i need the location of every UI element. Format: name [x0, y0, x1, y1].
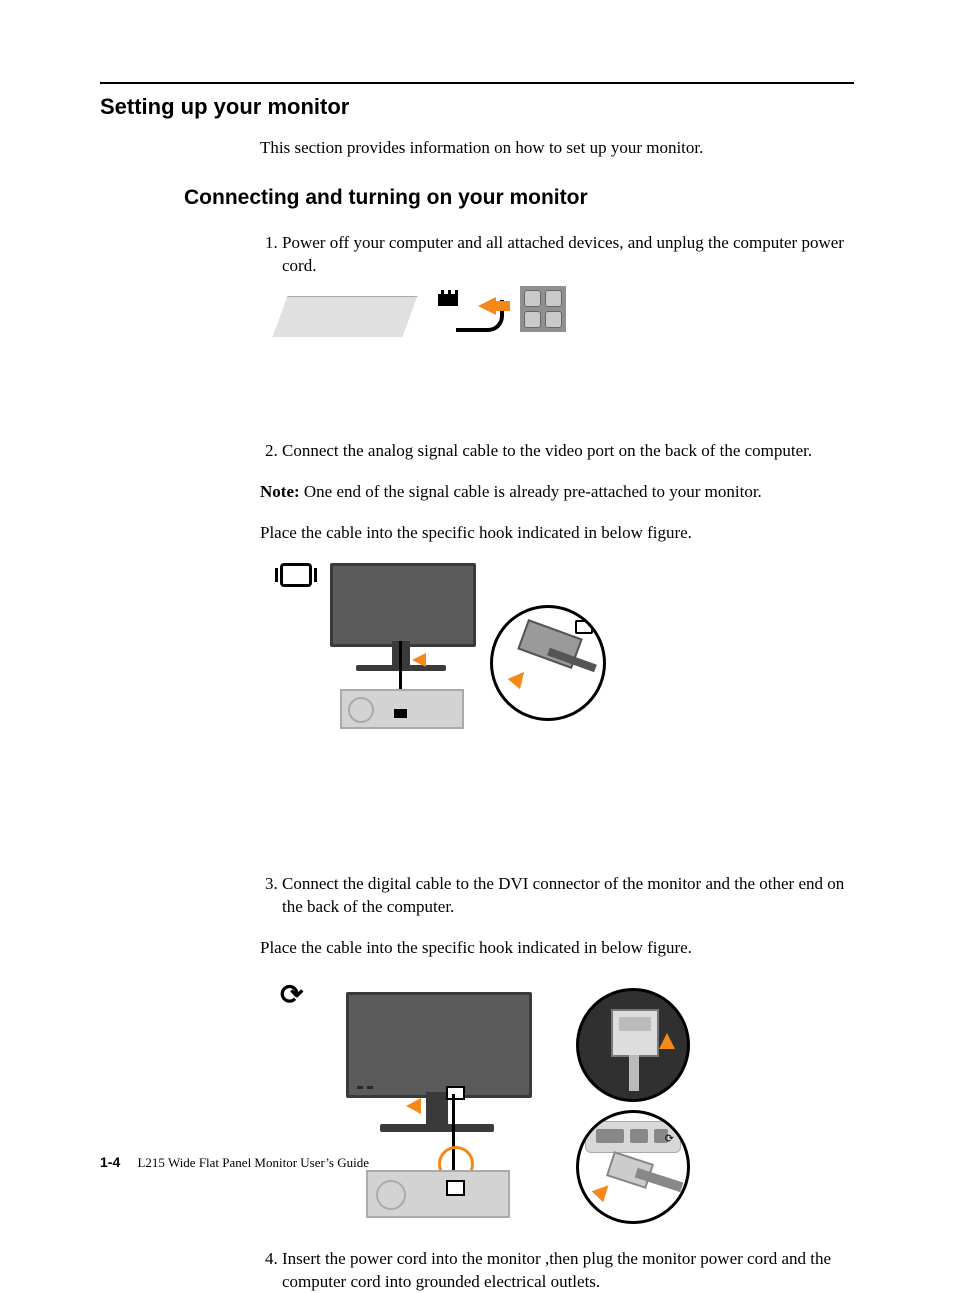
- plug-end-icon: [394, 709, 407, 718]
- connector-icon: [606, 1151, 654, 1189]
- cable-icon: [635, 1167, 684, 1191]
- arrow-left-icon: [406, 1098, 421, 1114]
- zoom-circle-icon: [490, 605, 606, 721]
- hook-instruction: Place the cable into the specific hook i…: [260, 936, 854, 961]
- zoom-circle-icon: ⟳: [576, 1110, 690, 1224]
- hook-instruction: Place the cable into the specific hook i…: [260, 521, 854, 546]
- plug-bottom-icon: [446, 1180, 465, 1196]
- intro-text: This section provides information on how…: [260, 138, 854, 158]
- note-line: Note: One end of the signal cable is alr…: [260, 480, 854, 505]
- port-icon: [596, 1129, 624, 1143]
- step-3: Connect the digital cable to the DVI con…: [282, 873, 848, 919]
- arrow-left-icon: [478, 297, 496, 315]
- step-list: Connect the digital cable to the DVI con…: [260, 873, 854, 919]
- rule: [100, 82, 854, 84]
- page: Setting up your monitor This section pro…: [0, 0, 954, 1235]
- heading-setting-up: Setting up your monitor: [100, 94, 854, 120]
- socket-icon: [524, 290, 541, 307]
- monitor-back-icon: [346, 992, 532, 1098]
- computer-tower-icon: [366, 1170, 510, 1218]
- socket-icon: [545, 290, 562, 307]
- figure-unplug: [280, 286, 580, 346]
- monitor-back-icon: [330, 563, 476, 647]
- computer-base-icon: [273, 296, 418, 337]
- page-number: 1-4: [100, 1154, 120, 1170]
- step-list: Connect the analog signal cable to the v…: [260, 440, 854, 463]
- socket-icon: [524, 311, 541, 328]
- cable-icon: [629, 1055, 639, 1091]
- note-text: One end of the signal cable is already p…: [304, 482, 762, 501]
- step-2: Connect the analog signal cable to the v…: [282, 440, 848, 463]
- io-panel-icon: ⟳: [585, 1121, 681, 1153]
- plug-icon: [438, 294, 458, 306]
- monitor-stand-icon: [426, 1092, 448, 1126]
- dvi-mini-icon: ⟳: [665, 1132, 674, 1145]
- page-footer: 1-4 L215 Wide Flat Panel Monitor User’s …: [100, 1154, 369, 1171]
- socket-icon: [545, 311, 562, 328]
- dvi-connector-icon: [611, 1009, 659, 1057]
- vga-mini-icon: [575, 620, 593, 634]
- step-1: Power off your computer and all attached…: [282, 232, 848, 278]
- arrow-icon: [592, 1179, 615, 1202]
- arrow-up-icon: [659, 1033, 675, 1049]
- figure-dvi-cable: ⟳ ⟳: [280, 978, 710, 1218]
- heading-connecting: Connecting and turning on your monitor: [184, 186, 854, 210]
- note-label: Note:: [260, 482, 300, 501]
- monitor-base-icon: [380, 1124, 494, 1132]
- vga-icon: [280, 563, 312, 587]
- step-4: Insert the power cord into the monitor ,…: [282, 1248, 848, 1293]
- wall-outlet-icon: [520, 286, 566, 332]
- figure-analog-cable: [280, 563, 600, 743]
- dvi-icon: ⟳: [280, 978, 303, 1012]
- plug-top-icon: [446, 1086, 465, 1100]
- step-list: Power off your computer and all attached…: [260, 232, 854, 278]
- arrow-icon: [508, 667, 531, 690]
- zoom-circle-dark-icon: [576, 988, 690, 1102]
- arrow-left-icon: [412, 653, 426, 667]
- port-icon: [630, 1129, 648, 1143]
- step-list: Insert the power cord into the monitor ,…: [260, 1248, 854, 1293]
- footer-title: L215 Wide Flat Panel Monitor User’s Guid…: [137, 1155, 369, 1170]
